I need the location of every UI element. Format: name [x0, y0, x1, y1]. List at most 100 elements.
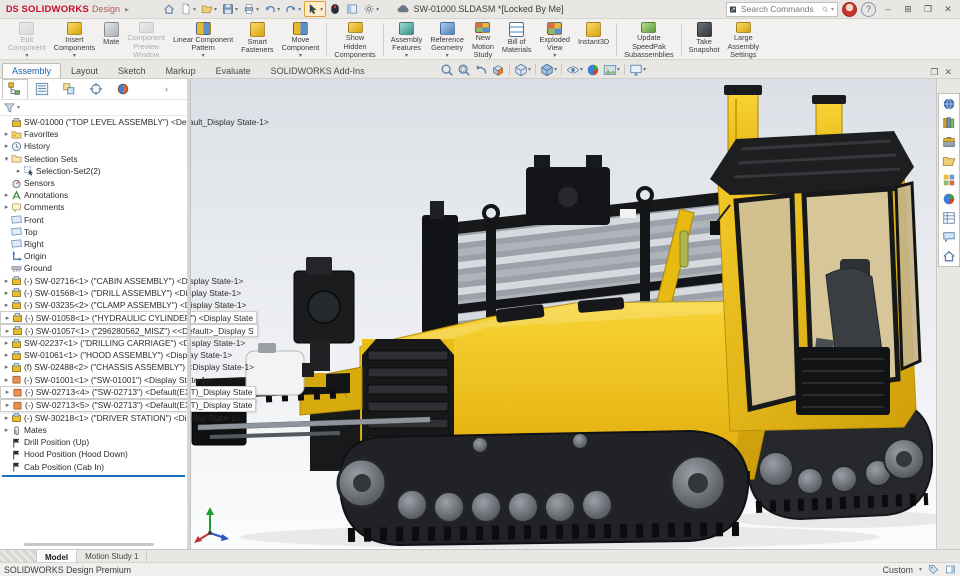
tree-item[interactable]: ▸ Selection-Set2(2)	[0, 165, 187, 177]
options-panel-icon[interactable]	[344, 2, 360, 16]
operator-cab[interactable]	[710, 131, 920, 431]
tree-item[interactable]: ▸ (-) SW-02716<1> ("CABIN ASSEMBLY") <Di…	[0, 274, 187, 286]
expand-arrow-icon[interactable]: ▸	[2, 351, 11, 359]
expand-arrow-icon[interactable]: ▸	[3, 314, 12, 322]
doc-close-icon[interactable]: ✕	[944, 67, 952, 78]
search-icon[interactable]	[822, 5, 828, 14]
tab-solidworks-add-ins[interactable]: SOLIDWORKS Add-Ins	[261, 63, 375, 78]
settings-icon[interactable]: ▾	[361, 2, 381, 16]
user-avatar[interactable]	[842, 2, 857, 17]
taskpane-view-palette-icon[interactable]	[941, 172, 957, 188]
tag-status-icon[interactable]	[928, 564, 939, 575]
tree-item[interactable]: Front	[0, 214, 187, 226]
tree-item[interactable]: ▸ Favorites	[0, 128, 187, 140]
expand-arrow-icon[interactable]: ▸	[2, 277, 11, 285]
panel-expand-chevron[interactable]: ›	[165, 84, 168, 94]
expand-arrow-icon[interactable]: ▸	[2, 376, 11, 384]
tree-item[interactable]: ▾ Selection Sets	[0, 153, 187, 165]
display-style-icon[interactable]: ▾	[540, 63, 557, 77]
close-button[interactable]: ✕	[940, 2, 956, 16]
taskpane-design-library-icon[interactable]	[941, 115, 957, 131]
save-icon[interactable]: ▾	[220, 2, 240, 16]
rollback-bar[interactable]	[2, 475, 185, 477]
tree-item[interactable]: ▸ History	[0, 140, 187, 152]
tree-item[interactable]: ▸ (-) SW-30218<1> ("DRIVER STATION") <Di…	[0, 412, 187, 424]
dropdown-caret-icon[interactable]: ▾	[25, 53, 28, 59]
expand-arrow-icon[interactable]: ▸	[14, 167, 23, 175]
3d-model-drill-rig[interactable]	[190, 79, 936, 549]
dropdown-caret-icon[interactable]: ▾	[553, 53, 556, 59]
new-document-icon[interactable]: ▾	[178, 2, 198, 16]
tree-item[interactable]: Hood Position (Hood Down)	[0, 448, 187, 460]
doc-restore-icon[interactable]: ❐	[930, 67, 938, 78]
tab-sketch[interactable]: Sketch	[108, 63, 156, 78]
expand-arrow-icon[interactable]: ▸	[2, 130, 11, 138]
take-snapshot-button[interactable]: TakeSnapshot	[685, 20, 724, 59]
tree-filter-row[interactable]: ▾	[0, 100, 187, 116]
dropdown-caret-icon[interactable]: ▾	[73, 53, 76, 59]
tree-item[interactable]: ▸ (-) SW-01057<1> ("296280562_MISZ") <<D…	[0, 324, 258, 337]
tree-item[interactable]: ▸ (f) SW-02488<2> ("CHASSIS ASSEMBLY") <…	[0, 361, 187, 373]
units-caret-icon[interactable]: ▾	[919, 566, 922, 573]
tree-item[interactable]: Drill Position (Up)	[0, 436, 187, 448]
expand-arrow-icon[interactable]: ▸	[3, 401, 12, 409]
workspace-button[interactable]: ⊞	[900, 2, 916, 16]
filter-funnel-icon[interactable]	[4, 102, 15, 113]
exploded-view-button[interactable]: ExplodedView▾	[536, 20, 574, 59]
taskpane-3dexperience-resources-icon[interactable]	[941, 96, 957, 112]
insert-components-button[interactable]: InsertComponents▾	[50, 20, 99, 59]
pane-toggle-icon[interactable]	[945, 564, 956, 575]
search-caret-icon[interactable]: ▾	[831, 6, 834, 13]
panel-tab-featuremanager-design-tree[interactable]	[2, 79, 28, 99]
brand-flyout-arrow-icon[interactable]: ▸	[125, 5, 129, 14]
tree-item[interactable]: ▸ (-) SW-03235<2> ("CLAMP ASSEMBLY") <Di…	[0, 299, 187, 311]
panel-tab-configurationmanager[interactable]	[56, 79, 82, 99]
units-selector[interactable]: Custom	[883, 565, 913, 575]
tree-item[interactable]: ▸ (-) SW-02713<4> ("SW-02713") <Default(…	[0, 386, 256, 399]
panel-tab-dimxpertmanager[interactable]	[83, 79, 109, 99]
undo-icon[interactable]: ▾	[262, 2, 282, 16]
bill-of-materials-button[interactable]: Bill ofMaterials	[498, 20, 536, 59]
select-icon[interactable]: ▾	[304, 1, 326, 17]
previous-view-icon[interactable]	[474, 63, 488, 77]
show-hidden-components-button[interactable]: ShowHiddenComponents	[330, 20, 379, 59]
tree-item[interactable]: Right	[0, 238, 187, 250]
print-icon[interactable]: ▾	[241, 2, 261, 16]
tab-evaluate[interactable]: Evaluate	[206, 63, 261, 78]
hide-show-items-icon[interactable]: ▾	[566, 63, 583, 77]
tree-item[interactable]: ▸ (-) SW-01001<1> ("SW-01001") <Display …	[0, 374, 187, 386]
section-view-icon[interactable]	[491, 63, 505, 77]
tree-item[interactable]: ▸ Annotations	[0, 189, 187, 201]
expand-arrow-icon[interactable]: ▾	[2, 155, 11, 163]
help-button[interactable]: ?	[861, 2, 876, 17]
expand-arrow-icon[interactable]: ▸	[2, 191, 11, 199]
tree-item[interactable]: Cab Position (Cab In)	[0, 461, 187, 473]
mate-button[interactable]: Mate	[99, 20, 123, 59]
expand-arrow-icon[interactable]: ▸	[3, 388, 12, 396]
smart-fasteners-button[interactable]: SmartFasteners	[237, 20, 277, 59]
panel-horizontal-scrollbar[interactable]	[24, 543, 154, 546]
taskpane-home-icon[interactable]	[941, 248, 957, 264]
filter-caret-icon[interactable]: ▾	[17, 104, 20, 111]
zoom-to-area-icon[interactable]	[457, 63, 471, 77]
expand-arrow-icon[interactable]: ▸	[2, 426, 11, 434]
3dexperience-icon[interactable]	[327, 2, 343, 16]
taskpane-file-explorer-icon[interactable]	[941, 153, 957, 169]
expand-arrow-icon[interactable]: ▸	[2, 301, 11, 309]
view-orientation-icon[interactable]: ▾	[514, 63, 531, 77]
dropdown-caret-icon[interactable]: ▾	[405, 53, 408, 59]
graphics-viewport[interactable]	[190, 79, 936, 549]
update-speedpak-subassemblies-button[interactable]: UpdateSpeedPakSubassemblies	[620, 20, 677, 59]
tree-item[interactable]: Origin	[0, 250, 187, 262]
expand-arrow-icon[interactable]: ▸	[2, 414, 11, 422]
front-track[interactable]	[338, 431, 748, 545]
tab-markup[interactable]: Markup	[156, 63, 206, 78]
move-component-button[interactable]: MoveComponent▾	[278, 20, 324, 59]
panel-splitter[interactable]	[187, 79, 191, 549]
tree-item[interactable]: ▸ Comments	[0, 201, 187, 213]
dropdown-caret-icon[interactable]: ▾	[299, 53, 302, 59]
view-settings-icon[interactable]: ▾	[629, 63, 646, 77]
tree-item[interactable]: ▸ (-) SW-01058<1> ("HYDRAULIC CYLINDER")…	[0, 311, 257, 324]
home-icon[interactable]	[161, 2, 177, 16]
instant3d-button[interactable]: Instant3D	[574, 20, 613, 59]
